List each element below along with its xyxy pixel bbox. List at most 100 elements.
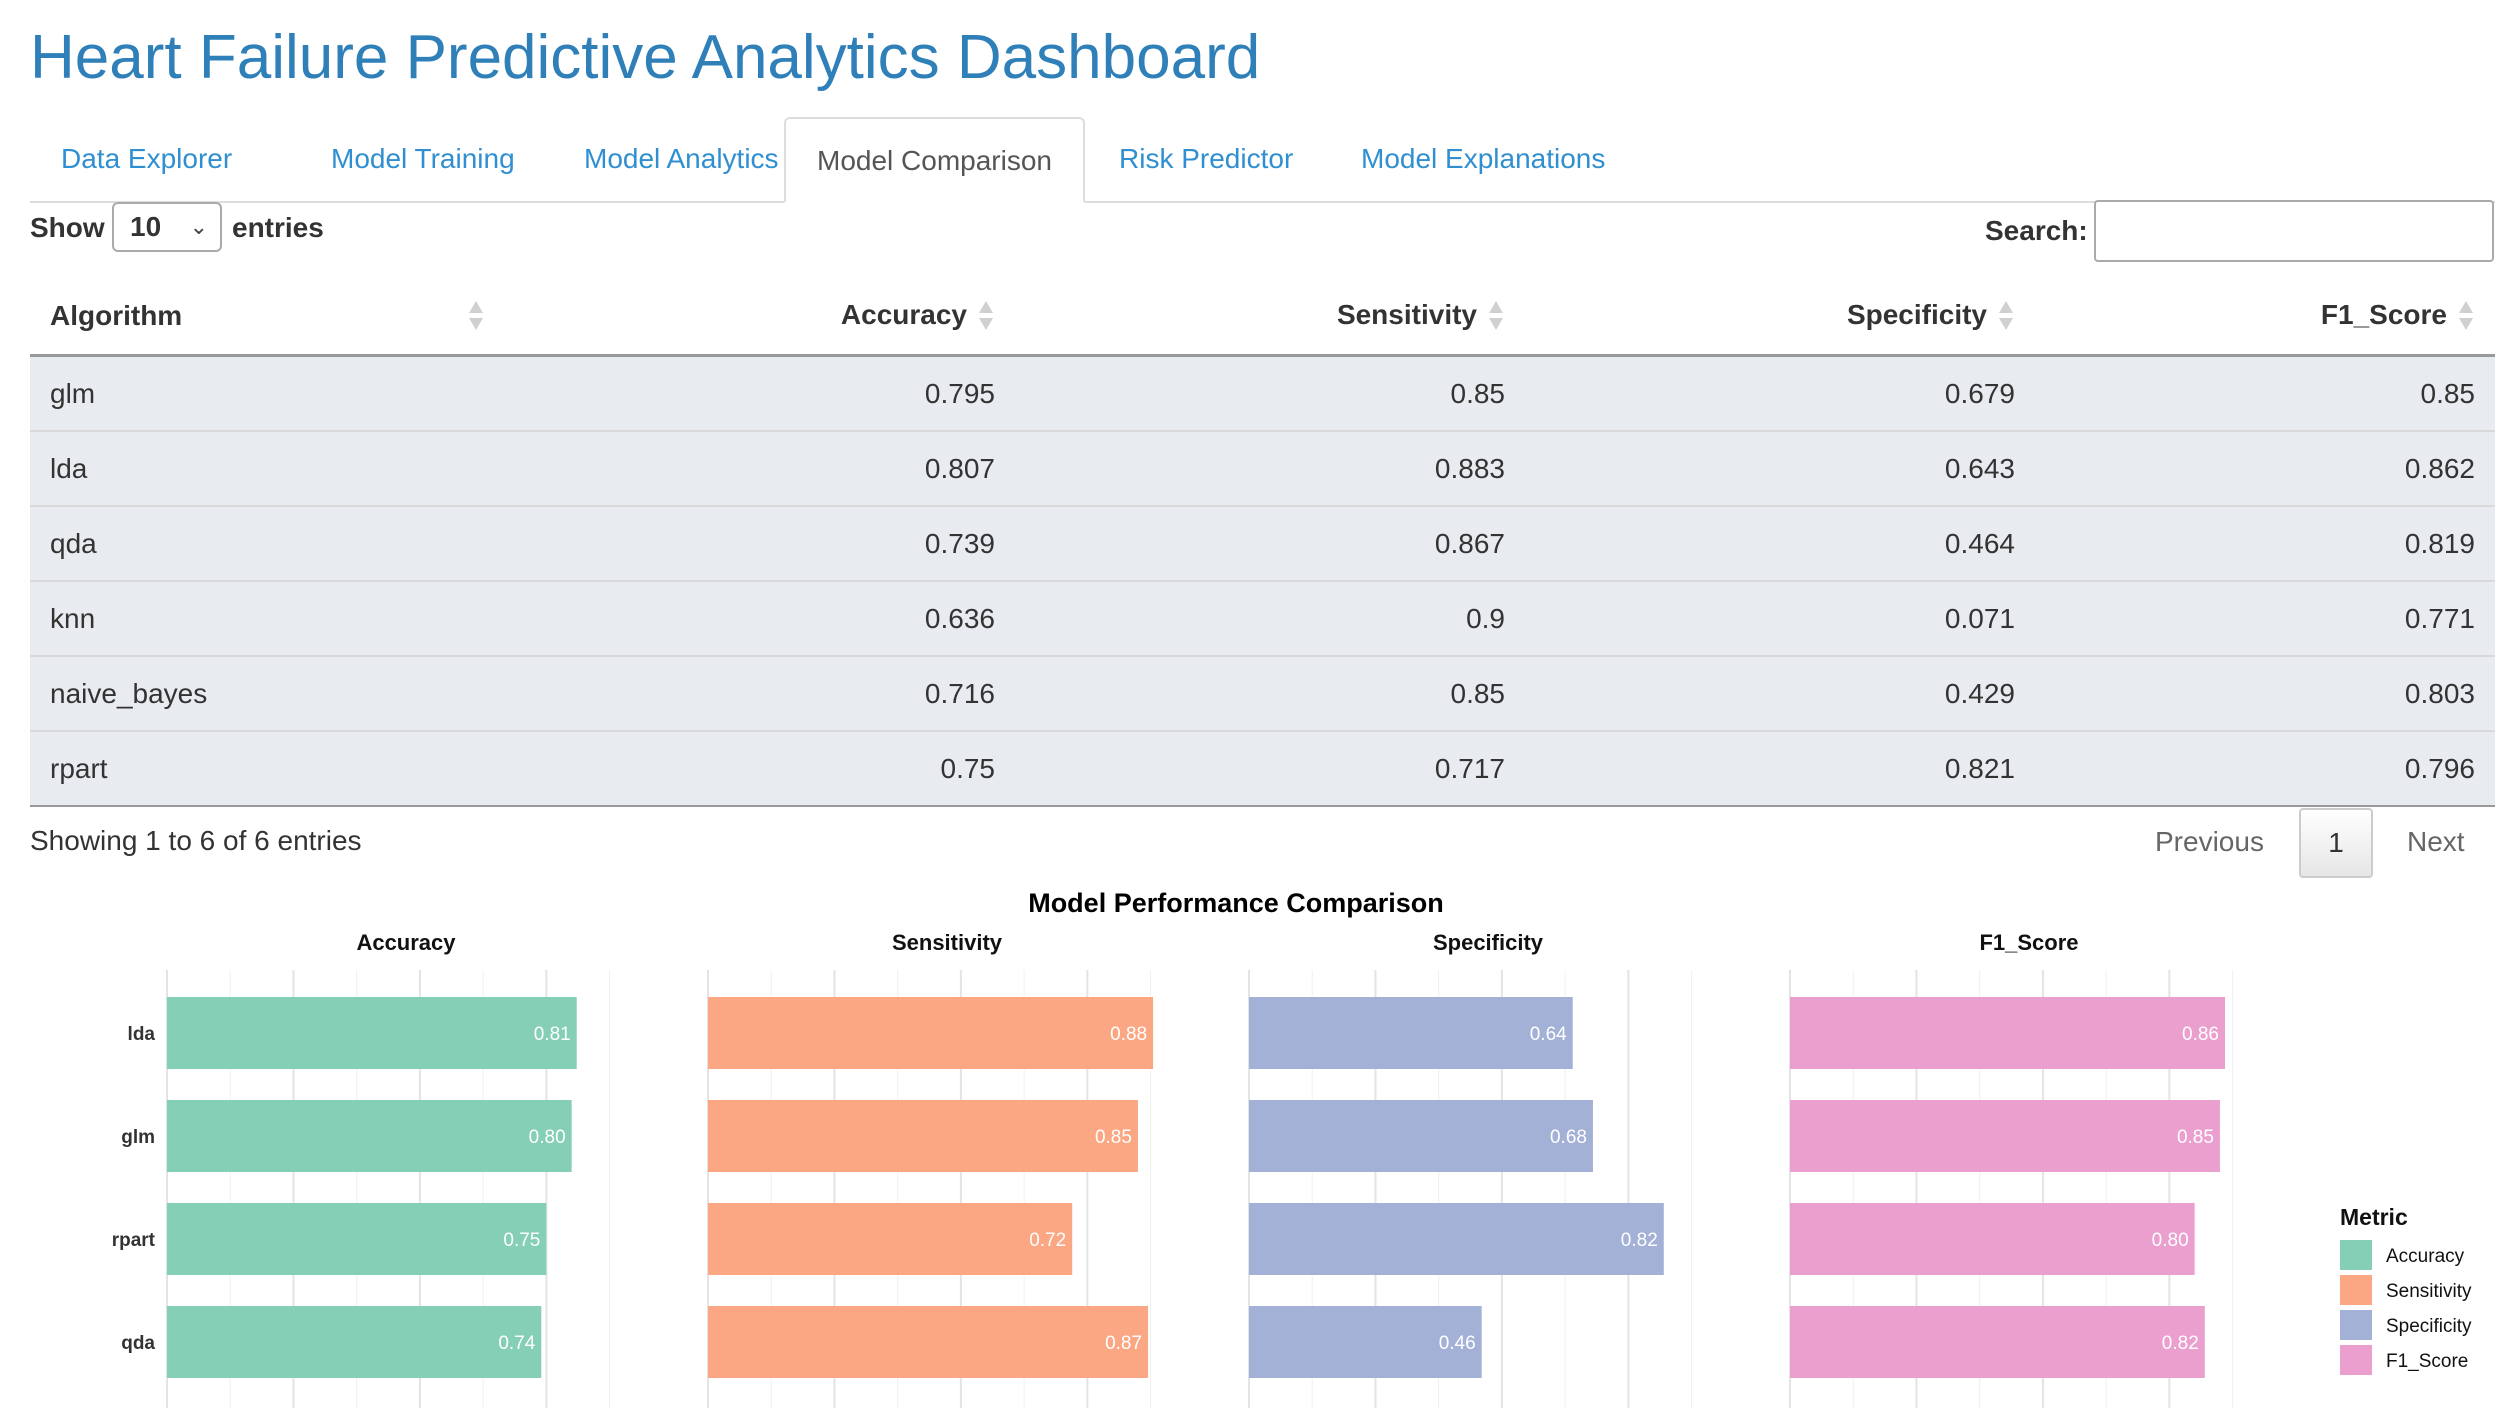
page-title: Heart Failure Predictive Analytics Dashb… bbox=[30, 23, 1261, 92]
entries-label: entries bbox=[232, 212, 324, 243]
column-header-sensitivity[interactable]: Sensitivity bbox=[1015, 278, 1525, 357]
facet-panel-specificity: Specificity 0.64 0.68 0.82 0.46 bbox=[1248, 930, 1693, 1408]
page-1-button[interactable]: 1 bbox=[2299, 808, 2373, 878]
y-tick-label: lda bbox=[128, 1024, 156, 1045]
cell-specificity: 0.071 bbox=[1525, 580, 2035, 656]
cell-f1-score: 0.796 bbox=[2035, 730, 2495, 807]
data-label: 0.85 bbox=[1095, 1127, 1132, 1148]
show-label: Show bbox=[30, 212, 105, 243]
cell-algorithm: lda bbox=[30, 430, 505, 506]
cell-sensitivity: 0.9 bbox=[1015, 580, 1525, 656]
bar-sensitivity-lda bbox=[708, 997, 1154, 1069]
tab-risk-predictor[interactable]: Risk Predictor bbox=[1088, 117, 1324, 201]
cell-specificity: 0.643 bbox=[1525, 430, 2035, 506]
y-tick-label: qda bbox=[121, 1333, 155, 1354]
column-header-label: Sensitivity bbox=[1336, 298, 1477, 330]
bar-f1-score-glm bbox=[1790, 1100, 2220, 1172]
data-label: 0.82 bbox=[2162, 1333, 2199, 1354]
data-label: 0.82 bbox=[1621, 1230, 1658, 1251]
table-row: naive_bayes 0.716 0.85 0.429 0.803 bbox=[30, 655, 2495, 731]
search-input[interactable] bbox=[2094, 200, 2494, 262]
cell-algorithm: qda bbox=[30, 505, 505, 581]
cell-specificity: 0.679 bbox=[1525, 355, 2035, 431]
tab-data-explorer[interactable]: Data Explorer bbox=[30, 117, 263, 201]
bar-accuracy-rpart bbox=[167, 1203, 547, 1275]
table-row: lda 0.807 0.883 0.643 0.862 bbox=[30, 430, 2495, 506]
column-header-label: Algorithm bbox=[50, 300, 183, 331]
bar-accuracy-lda bbox=[167, 997, 577, 1069]
facet-panel-f1-score: F1_Score 0.86 0.85 0.80 0.82 bbox=[1789, 930, 2234, 1408]
cell-algorithm: rpart bbox=[30, 730, 505, 807]
legend-label: Accuracy bbox=[2386, 1246, 2465, 1267]
chevron-down-icon: ⌄ bbox=[189, 214, 208, 239]
bar-sensitivity-qda bbox=[708, 1306, 1149, 1378]
cell-accuracy: 0.795 bbox=[505, 355, 1015, 431]
cell-sensitivity: 0.867 bbox=[1015, 505, 1525, 581]
tab-model-training[interactable]: Model Training bbox=[300, 117, 546, 201]
data-label: 0.64 bbox=[1530, 1024, 1567, 1045]
bar-specificity-rpart bbox=[1249, 1203, 1664, 1275]
legend-label: Sensitivity bbox=[2386, 1281, 2472, 1302]
column-header-label: F1_Score bbox=[2320, 298, 2447, 330]
facet-label: Specificity bbox=[1433, 930, 1544, 955]
bar-accuracy-qda bbox=[167, 1306, 542, 1378]
entries-select[interactable]: 10 ⌄ bbox=[112, 202, 222, 252]
table-header-row: Algorithm Accuracy Sensitivity Specifici… bbox=[30, 278, 2495, 357]
legend-title: Metric bbox=[2340, 1204, 2408, 1230]
next-page-button[interactable]: Next bbox=[2407, 826, 2465, 858]
column-header-specificity[interactable]: Specificity bbox=[1525, 278, 2035, 357]
data-label: 0.87 bbox=[1105, 1333, 1142, 1354]
cell-sensitivity: 0.717 bbox=[1015, 730, 1525, 807]
bar-f1-score-rpart bbox=[1790, 1203, 2195, 1275]
entries-select-value: 10 bbox=[130, 211, 162, 242]
model-performance-chart: Model Performance Comparison Accuracy 0.8… bbox=[112, 888, 2472, 1408]
y-tick-label: glm bbox=[121, 1127, 155, 1148]
data-label: 0.68 bbox=[1550, 1127, 1587, 1148]
tab-model-comparison[interactable]: Model Comparison bbox=[784, 117, 1085, 203]
y-tick-label: rpart bbox=[112, 1230, 156, 1251]
tab-model-analytics[interactable]: Model Analytics bbox=[553, 117, 810, 201]
cell-algorithm: naive_bayes bbox=[30, 655, 505, 731]
data-label: 0.46 bbox=[1439, 1333, 1476, 1354]
cell-f1-score: 0.862 bbox=[2035, 430, 2495, 506]
model-comparison-table: Algorithm Accuracy Sensitivity Specifici… bbox=[30, 278, 2495, 807]
legend-label: Specificity bbox=[2386, 1316, 2472, 1337]
facet-label: Accuracy bbox=[356, 930, 456, 955]
data-label: 0.88 bbox=[1110, 1024, 1147, 1045]
tab-model-explanations[interactable]: Model Explanations bbox=[1330, 117, 1636, 201]
table-row: rpart 0.75 0.717 0.821 0.796 bbox=[30, 730, 2495, 807]
cell-sensitivity: 0.85 bbox=[1015, 655, 1525, 731]
cell-specificity: 0.821 bbox=[1525, 730, 2035, 807]
cell-specificity: 0.429 bbox=[1525, 655, 2035, 731]
legend: Metric Accuracy Sensitivity Specificity F1_S… bbox=[2340, 1204, 2472, 1375]
legend-swatch bbox=[2340, 1275, 2372, 1305]
sort-icon bbox=[977, 299, 995, 333]
cell-f1-score: 0.803 bbox=[2035, 655, 2495, 731]
tab-bar: Data Explorer Model Training Model Analy… bbox=[30, 117, 2495, 203]
cell-accuracy: 0.636 bbox=[505, 580, 1015, 656]
cell-specificity: 0.464 bbox=[1525, 505, 2035, 581]
facet-panel-accuracy: Accuracy 0.81 0.80 0.75 0.74 bbox=[166, 930, 611, 1408]
data-label: 0.81 bbox=[534, 1024, 571, 1045]
facet-label: F1_Score bbox=[1979, 930, 2078, 955]
facet-panel-sensitivity: Sensitivity 0.88 0.85 0.72 0.87 bbox=[707, 930, 1154, 1408]
cell-f1-score: 0.771 bbox=[2035, 580, 2495, 656]
column-header-label: Accuracy bbox=[840, 298, 967, 330]
data-label: 0.75 bbox=[503, 1230, 540, 1251]
cell-f1-score: 0.85 bbox=[2035, 355, 2495, 431]
chart-title: Model Performance Comparison bbox=[1028, 888, 1444, 918]
column-header-accuracy[interactable]: Accuracy bbox=[505, 278, 1015, 357]
column-header-algorithm[interactable]: Algorithm bbox=[30, 278, 505, 357]
table-row: knn 0.636 0.9 0.071 0.771 bbox=[30, 580, 2495, 656]
bar-sensitivity-rpart bbox=[708, 1203, 1073, 1275]
table-row: qda 0.739 0.867 0.464 0.819 bbox=[30, 505, 2495, 581]
cell-accuracy: 0.75 bbox=[505, 730, 1015, 807]
column-header-f1-score[interactable]: F1_Score bbox=[2035, 278, 2495, 357]
sort-icon bbox=[467, 299, 485, 333]
legend-swatch bbox=[2340, 1310, 2372, 1340]
data-label: 0.74 bbox=[498, 1333, 535, 1354]
legend-swatch bbox=[2340, 1345, 2372, 1375]
data-label: 0.72 bbox=[1029, 1230, 1066, 1251]
previous-page-button[interactable]: Previous bbox=[2155, 826, 2264, 858]
cell-algorithm: knn bbox=[30, 580, 505, 656]
